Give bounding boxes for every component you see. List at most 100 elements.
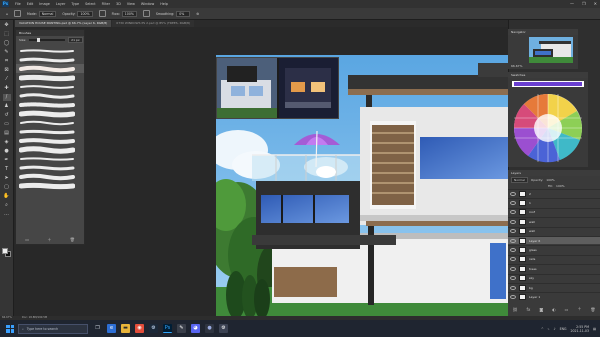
home-icon[interactable]: ⌂: [6, 12, 8, 16]
new-group-folder-icon[interactable]: ▭: [565, 307, 569, 312]
visibility-eye-icon[interactable]: [510, 257, 516, 262]
visibility-eye-icon[interactable]: [510, 294, 516, 299]
smoothing-field[interactable]: 0%: [176, 10, 191, 17]
brush-preset-item[interactable]: [16, 136, 84, 145]
layer-row[interactable]: 2: [508, 189, 600, 197]
brush-preset-item[interactable]: [16, 100, 84, 109]
eraser-tool-icon[interactable]: ▭: [3, 121, 11, 128]
layer-row[interactable]: Layer 6: [508, 236, 600, 244]
tray-chevron-icon[interactable]: ^: [541, 327, 544, 331]
visibility-eye-icon[interactable]: [510, 238, 516, 243]
blur-tool-icon[interactable]: ◈: [3, 139, 11, 146]
foreground-color-swatch[interactable]: [2, 248, 8, 254]
opacity-field[interactable]: 100%: [77, 10, 93, 17]
layer-row[interactable]: trees: [508, 264, 600, 272]
visibility-eye-icon[interactable]: [510, 247, 516, 252]
brush-tool-icon[interactable]: /: [2, 94, 11, 101]
layers-opacity-field[interactable]: 100%: [546, 178, 555, 182]
visibility-eye-icon[interactable]: [510, 266, 516, 271]
crop-tool-icon[interactable]: ⌗: [3, 58, 11, 65]
visibility-eye-icon[interactable]: [510, 191, 516, 196]
tab-vacation-house[interactable]: VACATION HOUSE PAINTING.psd @ 66.7% (Lay…: [15, 20, 112, 27]
input-language[interactable]: ENG: [560, 327, 567, 331]
brush-preset-item[interactable]: [16, 163, 84, 172]
new-brush-icon[interactable]: ＋: [47, 237, 51, 243]
minimize-icon[interactable]: —: [570, 1, 574, 6]
settings-gear-icon[interactable]: ⚙: [196, 12, 199, 16]
layer-row[interactable]: Layer 1: [508, 292, 600, 300]
menu-type[interactable]: Type: [71, 2, 79, 6]
brush-size-knob[interactable]: [37, 38, 41, 42]
layer-row[interactable]: 1: [508, 198, 600, 206]
brush-preset-item[interactable]: [16, 145, 84, 154]
menu-layer[interactable]: Layer: [56, 2, 65, 6]
clock[interactable]: 2:55 PM 2021-11-03: [570, 325, 589, 333]
edge-browser-icon[interactable]: e: [107, 324, 116, 333]
layer-row[interactable]: wall: [508, 217, 600, 225]
shape-tool-icon[interactable]: ▢: [3, 184, 11, 191]
menu-image[interactable]: Image: [39, 2, 50, 6]
eyedropper-tool-icon[interactable]: ⁄: [3, 76, 11, 83]
brush-preset-item[interactable]: [16, 127, 84, 136]
brush-preset-item[interactable]: [16, 91, 84, 100]
menu-edit[interactable]: Edit: [27, 2, 34, 6]
paint-app-icon[interactable]: ✎: [177, 324, 186, 333]
brush-preset-item[interactable]: [16, 118, 84, 127]
brush-preset-item[interactable]: [16, 64, 84, 73]
brush-preset-item[interactable]: [16, 55, 84, 64]
blend-mode-select[interactable]: Normal: [511, 176, 528, 183]
layer-row[interactable]: bg: [508, 283, 600, 291]
delete-brush-icon[interactable]: 🗑: [70, 237, 75, 243]
path-select-tool-icon[interactable]: ➤: [3, 175, 11, 182]
menu-3d[interactable]: 3D: [116, 2, 121, 6]
brush-preset-item[interactable]: [16, 46, 84, 55]
brush-size-slider[interactable]: [29, 38, 66, 42]
delete-layer-icon[interactable]: 🗑: [590, 307, 595, 312]
new-layer-icon[interactable]: ＋: [577, 306, 581, 312]
layer-row[interactable]: glass: [508, 245, 600, 253]
chrome-browser-icon[interactable]: ◉: [135, 324, 144, 333]
volume-icon[interactable]: ♪: [554, 327, 556, 331]
brush-preset-item[interactable]: [16, 172, 84, 181]
steam-icon[interactable]: ⚙: [149, 324, 158, 333]
lasso-tool-icon[interactable]: ◯: [3, 40, 11, 47]
brush-preset-item[interactable]: [16, 109, 84, 118]
settings-app-icon[interactable]: ⚙: [219, 324, 228, 333]
airbrush-icon[interactable]: [142, 10, 150, 17]
adjustment-layer-icon[interactable]: ◐: [552, 307, 556, 312]
layer-style-icon[interactable]: fx: [527, 307, 531, 312]
visibility-eye-icon[interactable]: [510, 200, 516, 205]
discord-icon[interactable]: ◕: [191, 324, 200, 333]
windows-start-icon[interactable]: [6, 324, 14, 333]
navigator-thumbnail[interactable]: [529, 37, 573, 63]
pressure-opacity-icon[interactable]: [98, 10, 106, 17]
brush-preset-item[interactable]: [16, 181, 84, 190]
more-tools-icon[interactable]: …: [3, 211, 11, 218]
layer-row[interactable]: sky: [508, 273, 600, 282]
menu-help[interactable]: Help: [160, 2, 168, 6]
menu-file[interactable]: File: [15, 2, 21, 6]
navigator-zoom[interactable]: 66.67%: [511, 64, 522, 68]
task-view-icon[interactable]: ❐: [93, 324, 102, 333]
network-icon[interactable]: ⌁: [548, 327, 550, 331]
gradient-tool-icon[interactable]: ▤: [3, 130, 11, 137]
taskbar-search-box[interactable]: ⌕ Type here to search: [18, 323, 88, 334]
menu-select[interactable]: Select: [85, 2, 95, 6]
layer-row[interactable]: wall: [508, 226, 600, 235]
brush-preset-item[interactable]: [16, 73, 84, 82]
visibility-eye-icon[interactable]: [510, 276, 516, 281]
move-tool-icon[interactable]: ✥: [3, 22, 11, 29]
new-group-icon[interactable]: ▭: [25, 237, 29, 243]
menu-view[interactable]: View: [127, 2, 135, 6]
color-wheel[interactable]: [508, 78, 588, 167]
marquee-tool-icon[interactable]: ⬚: [3, 31, 11, 38]
layers-fill-field[interactable]: 100%: [556, 184, 565, 188]
hand-tool-icon[interactable]: ✋: [3, 193, 11, 200]
reference-image-window[interactable]: [216, 57, 339, 119]
frame-tool-icon[interactable]: ⊠: [3, 67, 11, 74]
notifications-icon[interactable]: ▤: [593, 327, 596, 331]
visibility-eye-icon[interactable]: [510, 210, 516, 215]
healing-tool-icon[interactable]: ✚: [3, 85, 11, 92]
pen-tool-icon[interactable]: ✒: [3, 157, 11, 164]
clone-stamp-tool-icon[interactable]: ♟: [3, 103, 11, 110]
